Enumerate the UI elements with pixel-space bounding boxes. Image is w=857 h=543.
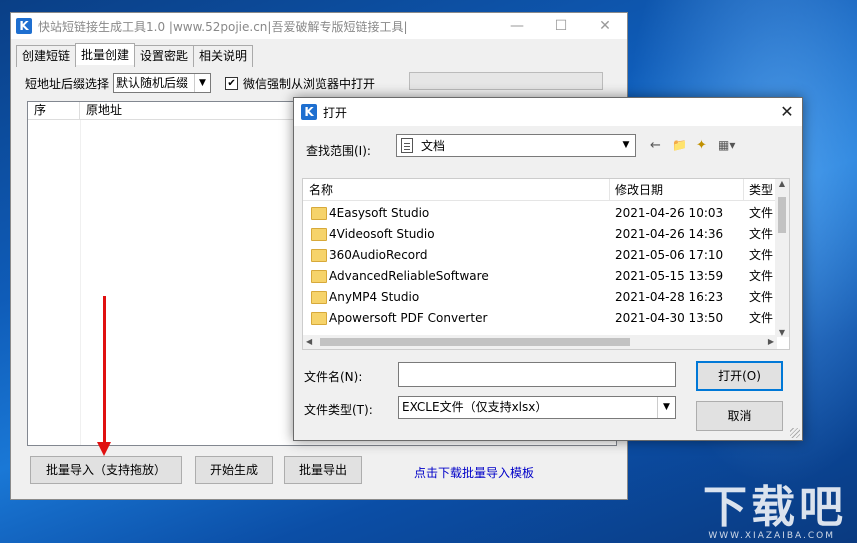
folder-icon [311,249,327,262]
file-date: 2021-04-28 16:23 [615,290,724,304]
file-type: 文件 [749,311,774,325]
file-name: AdvancedReliableSoftware [329,269,489,283]
file-date: 2021-04-30 13:50 [615,311,724,325]
folder-icon [311,207,327,220]
suffix-label: 短地址后缀选择 [25,76,110,91]
resize-grip-icon[interactable] [790,428,800,438]
chevron-down-icon: ▼ [657,397,675,418]
progress-bar [409,72,603,90]
dialog-logo-icon: K [301,104,317,120]
tab-create[interactable]: 创建短链 [16,45,77,67]
scroll-left-icon[interactable]: ◀ [306,335,312,349]
file-name: 4Videosoft Studio [329,227,435,241]
file-date: 2021-05-06 17:10 [615,248,724,262]
file-row[interactable]: AdvancedReliableSoftware 2021-05-15 13:5… [303,266,777,287]
file-row[interactable]: AnyMP4 Studio 2021-04-28 16:23 文件 [303,287,777,308]
column-header-type[interactable]: 类型 [749,179,773,201]
options-row: 短地址后缀选择 默认随机后缀 ▼ ✔ 微信强制从浏览器中打开 [25,73,375,93]
up-folder-icon[interactable]: 📁 [672,138,687,152]
look-in-select[interactable]: 文档 ▼ [396,134,636,157]
tab-batch-create[interactable]: 批量创建 [75,43,136,65]
tab-help[interactable]: 相关说明 [193,45,254,67]
watermark-logo: 下载吧 [703,482,847,533]
back-icon[interactable]: ← [650,138,661,153]
dialog-titlebar[interactable]: K 打开 ✕ [294,98,802,126]
file-name: 4Easysoft Studio [329,206,430,220]
scroll-down-icon[interactable]: ▼ [775,328,789,337]
file-type: 文件 [749,290,774,304]
vertical-scrollbar[interactable]: ▲ ▼ [775,179,789,337]
filetype-label: 文件类型(T): [304,403,373,417]
file-name: Apowersoft PDF Converter [329,311,488,325]
batch-import-button[interactable]: 批量导入（支持拖放） [30,456,182,484]
filetype-select[interactable]: EXCLE文件（仅支持xlsx） ▼ [398,396,676,419]
look-in-label: 查找范围(I): [306,144,371,158]
file-type: 文件 [749,206,774,220]
file-name: 360AudioRecord [329,248,428,262]
file-row[interactable]: 360AudioRecord 2021-05-06 17:10 文件 [303,245,777,266]
folder-icon [311,291,327,304]
filetype-value: EXCLE文件（仅支持xlsx） [402,400,548,414]
red-arrow-head [97,442,111,456]
suffix-select-value: 默认随机后缀 [116,76,189,90]
new-folder-icon[interactable]: ✦ [696,138,707,153]
folder-icon [311,228,327,241]
folder-icon [311,270,327,283]
file-date: 2021-04-26 14:36 [615,227,724,241]
wechat-label[interactable]: 微信强制从浏览器中打开 [243,75,375,92]
wechat-checkbox[interactable]: ✔ [225,76,239,90]
tab-set-key[interactable]: 设置密匙 [134,45,195,67]
file-type: 文件 [749,227,774,241]
chevron-down-icon: ▼ [194,74,210,92]
column-header-index[interactable]: 序 [28,102,80,119]
scroll-right-icon[interactable]: ▶ [768,335,774,349]
close-button[interactable]: ✕ [583,13,627,39]
file-type: 文件 [749,269,774,283]
view-menu-icon[interactable]: ▦▾ [718,138,735,152]
scroll-up-icon[interactable]: ▲ [775,179,789,188]
column-header-date[interactable]: 修改日期 [615,179,663,201]
chevron-down-icon: ▼ [622,140,630,150]
red-arrow-annotation [103,296,106,446]
file-list-header: ^ 名称 修改日期 类型 [303,179,777,201]
look-in-value: 文档 [421,139,446,153]
file-date: 2021-05-15 13:59 [615,269,724,283]
file-name: AnyMP4 Studio [329,290,420,304]
suffix-select[interactable]: 默认随机后缀 ▼ [113,73,212,93]
dialog-close-button[interactable]: ✕ [772,98,802,126]
maximize-button[interactable]: ☐ [539,13,583,39]
file-list[interactable]: ^ 名称 修改日期 类型 4Easysoft Studio 2021-04-26… [302,178,790,350]
window-title: 快站短链接生成工具1.0 |www.52pojie.cn|吾爱破解专版短链接工具… [38,19,408,34]
download-template-link[interactable]: 点击下载批量导入模板 [414,464,534,481]
sort-arrow-icon: ^ [451,178,460,186]
file-row[interactable]: 4Videosoft Studio 2021-04-26 14:36 文件 [303,224,777,245]
batch-export-button[interactable]: 批量导出 [284,456,362,484]
minimize-button[interactable]: — [495,13,539,39]
app-logo-icon: K [16,18,32,34]
file-date: 2021-04-26 10:03 [615,206,724,220]
folder-icon [311,312,327,325]
file-type: 文件 [749,248,774,262]
open-file-dialog: K 打开 ✕ 查找范围(I): 文档 ▼ ← 📁 ✦ ▦▾ ^ 名称 修改日期 … [293,97,803,441]
horizontal-scrollbar[interactable]: ◀ ▶ [303,335,777,349]
file-row[interactable]: 4Easysoft Studio 2021-04-26 10:03 文件 [303,203,777,224]
document-icon [401,138,413,153]
column-header-name[interactable]: 名称 [309,179,333,201]
start-generate-button[interactable]: 开始生成 [195,456,273,484]
filename-label: 文件名(N): [304,370,363,384]
dialog-title: 打开 [323,105,348,120]
horizontal-scroll-thumb[interactable] [320,338,630,346]
cancel-button[interactable]: 取消 [696,401,783,431]
open-button[interactable]: 打开(O) [696,361,783,391]
tab-bar: 创建短链 批量创建 设置密匙 相关说明 [16,43,254,67]
file-row[interactable]: Apowersoft PDF Converter 2021-04-30 13:5… [303,308,777,329]
vertical-scroll-thumb[interactable] [778,197,786,233]
main-titlebar[interactable]: K 快站短链接生成工具1.0 |www.52pojie.cn|吾爱破解专版短链接… [11,13,627,39]
watermark-url: WWW.XIAZAIBA.COM [708,531,835,541]
filename-input[interactable] [398,362,676,387]
